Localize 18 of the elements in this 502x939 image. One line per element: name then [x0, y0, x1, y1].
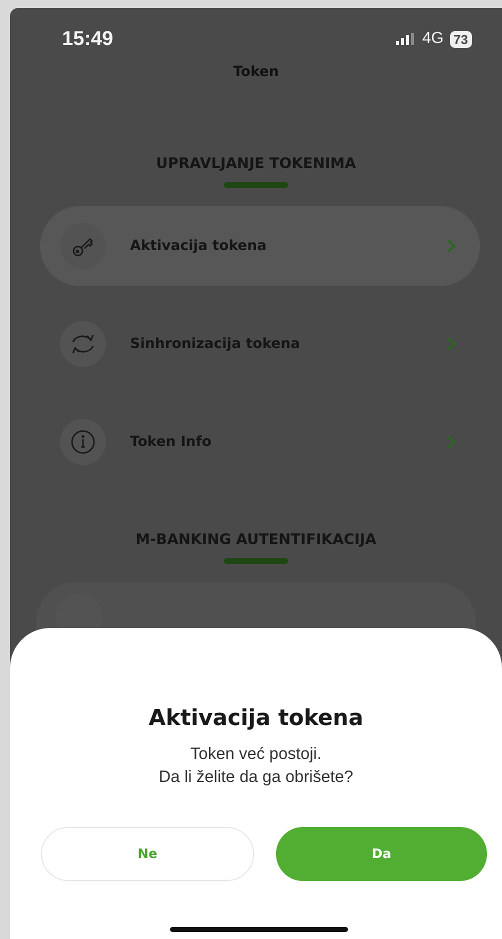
- chevron-icon: [447, 239, 456, 253]
- section-underline: [224, 558, 288, 564]
- dialog-message: Token već postoji.: [190, 744, 322, 765]
- menu-item[interactable]: Aktivacija tokena: [40, 206, 480, 286]
- info-icon: [70, 429, 96, 455]
- dialog-title: Aktivacija tokena: [148, 706, 364, 731]
- page-title: Token: [232, 64, 280, 80]
- status-time: 15:49: [62, 28, 114, 50]
- confirm-button[interactable]: Da: [276, 827, 487, 881]
- cancel-button[interactable]: Ne: [41, 827, 254, 881]
- chevron-icon: [447, 435, 456, 449]
- battery-level: 73: [450, 30, 472, 48]
- section-underline: [224, 182, 288, 188]
- dialog-message: Da li želite da ga obrišete?: [158, 767, 354, 788]
- sync-icon: [70, 332, 96, 356]
- signal-icon: [396, 33, 416, 45]
- chevron-icon: [447, 337, 456, 351]
- network-label: 4G: [422, 30, 444, 48]
